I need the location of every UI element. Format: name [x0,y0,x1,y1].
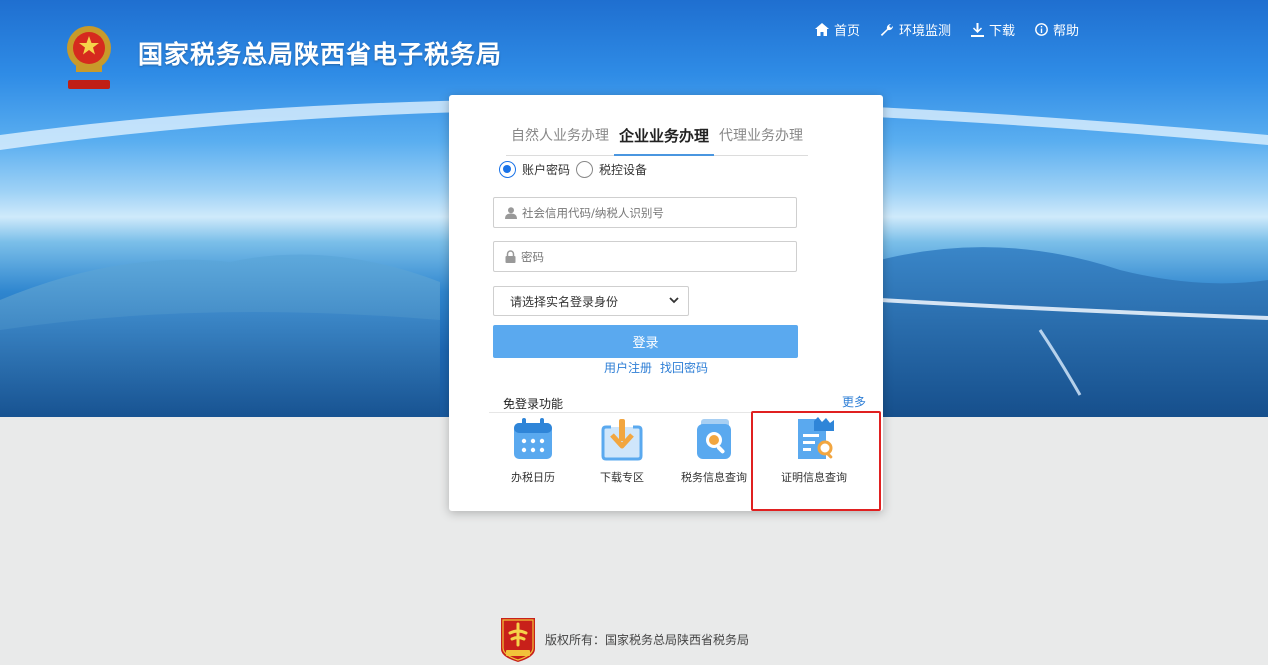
info-icon [1035,23,1048,36]
password-input[interactable]: 密码 [493,241,797,272]
radio-account-password[interactable]: 账户密码 [499,161,570,178]
radio-account-password-label: 账户密码 [522,163,571,177]
nav-download-label: 下载 [989,24,1016,39]
login-button[interactable]: 登录 [493,325,798,358]
home-icon [815,23,829,36]
username-placeholder: 社会信用代码/纳税人识别号 [522,205,664,220]
tax-info-search-icon [697,419,731,459]
chevron-down-icon [669,297,679,304]
account-links: 用户注册 找回密码 [604,359,708,376]
highlight-box [751,411,881,511]
more-link[interactable]: 更多 [842,393,866,410]
radio-tax-device-label: 税控设备 [599,163,648,177]
radio-dot [499,161,516,178]
tab-agent[interactable]: 代理业务办理 [714,125,808,155]
login-method-group: 账户密码 税控设备 [499,161,653,178]
calendar-icon [514,418,552,459]
download-icon [971,22,985,37]
identity-select-value: 请选择实名登录身份 [510,294,619,309]
quick-item-download-zone[interactable]: 下载专区 [577,417,667,485]
nav-help[interactable]: 帮助 [1035,20,1079,39]
top-navigation: 首页 环境监测 下载 帮助 [815,20,1079,39]
user-icon [505,206,517,219]
tab-individual[interactable]: 自然人业务办理 [506,125,614,155]
site-title: 国家税务总局陕西省电子税务局 [138,40,503,69]
password-placeholder: 密码 [521,249,544,264]
nav-environment-check[interactable]: 环境监测 [880,20,951,39]
recover-password-link[interactable]: 找回密码 [660,359,708,376]
register-link[interactable]: 用户注册 [604,359,652,376]
copyright-text: 版权所有：国家税务总局陕西省税务局 [545,632,750,647]
national-emblem-icon [67,26,111,89]
nav-help-label: 帮助 [1053,24,1080,39]
nav-home[interactable]: 首页 [815,20,860,39]
radio-dot [576,161,594,178]
nav-environment-check-label: 环境监测 [899,24,952,39]
login-tabs: 自然人业务办理 企业业务办理 代理业务办理 [506,125,808,156]
quick-item-label: 下载专区 [600,471,644,484]
download-zone-icon [601,419,643,461]
quick-item-label: 办税日历 [511,471,555,484]
lock-icon [505,250,516,263]
nav-download[interactable]: 下载 [971,20,1015,39]
wrench-icon [880,23,894,36]
nav-home-label: 首页 [834,24,861,39]
quick-access-title: 免登录功能 [503,397,564,411]
site-brand[interactable]: 国家税务总局陕西省电子税务局 [62,22,502,92]
radio-tax-device[interactable]: 税控设备 [576,161,647,178]
identity-select[interactable]: 请选择实名登录身份 [493,286,689,316]
quick-item-label: 税务信息查询 [681,471,747,484]
username-input[interactable]: 社会信用代码/纳税人识别号 [493,197,797,228]
quick-item-tax-info-search[interactable]: 税务信息查询 [669,417,759,485]
quick-item-tax-calendar[interactable]: 办税日历 [488,417,578,485]
party-gov-badge-icon [501,618,535,662]
footer: 版权所有：国家税务总局陕西省税务局 [497,615,749,663]
tab-enterprise[interactable]: 企业业务办理 [614,125,715,156]
